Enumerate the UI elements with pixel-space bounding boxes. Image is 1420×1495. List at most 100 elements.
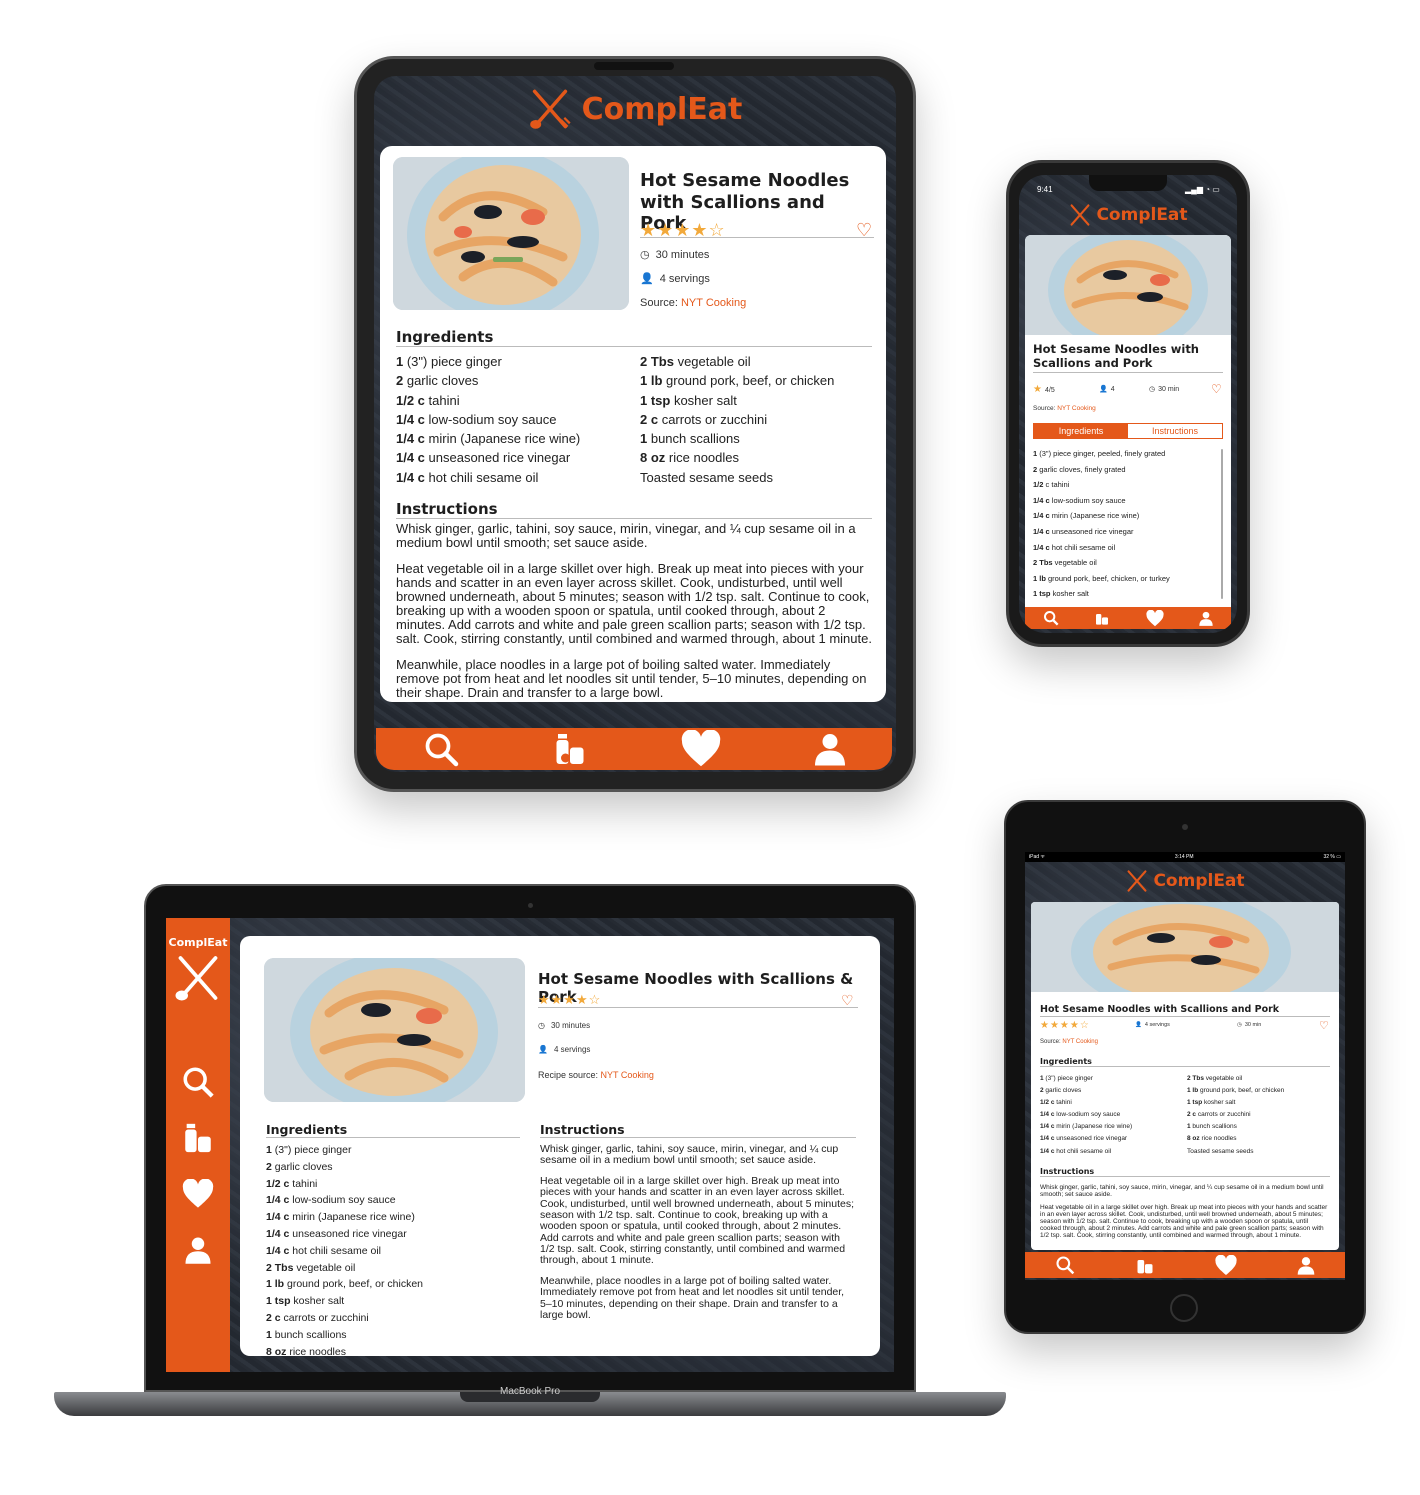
ingredient-quantity: 1 tsp <box>1033 589 1051 599</box>
ingredient-name: hot chili sesame oil <box>289 1244 381 1257</box>
profile-icon[interactable] <box>812 730 848 768</box>
tab-instructions[interactable]: Instructions <box>1128 424 1222 438</box>
app-name: ComplEat <box>1096 205 1188 225</box>
pantry-icon[interactable] <box>181 1121 215 1155</box>
ingredient-quantity: 1/4 c <box>1040 1135 1055 1143</box>
favorites-heart-icon[interactable] <box>1145 609 1165 627</box>
ingredient-item: 1/2 c tahini <box>1033 477 1170 493</box>
fork-spoon-logo-icon <box>1071 204 1090 226</box>
ingredient-item: 1 (3") piece ginger <box>396 352 580 371</box>
source-link[interactable]: NYT Cooking <box>1057 405 1096 412</box>
profile-icon[interactable] <box>183 1233 213 1267</box>
recipe-title-line2: Scallions and Pork <box>1033 355 1153 370</box>
ingredient-quantity: 2 c <box>266 1311 281 1324</box>
tab-ingredients[interactable]: Ingredients <box>1034 424 1128 438</box>
instructions-heading: Instructions <box>396 500 872 519</box>
pantry-icon[interactable] <box>1093 610 1111 626</box>
pantry-icon[interactable] <box>1134 1255 1156 1275</box>
status-left: iPad ᯤ <box>1029 854 1045 860</box>
macbook-screen: ComplEat Hot Sesame Noodles with Scallio… <box>166 918 894 1372</box>
source-link[interactable]: NYT Cooking <box>601 1070 654 1080</box>
ingredient-quantity: 1/4 c <box>266 1244 290 1257</box>
cook-time-text: 30 min <box>1244 1022 1262 1028</box>
profile-icon[interactable] <box>1296 1255 1316 1276</box>
source-link[interactable]: NYT Cooking <box>1062 1039 1098 1045</box>
ingredient-quantity: 1 lb <box>1187 1087 1199 1095</box>
ingredient-item: 2 c carrots or zucchini <box>1187 1109 1284 1121</box>
favorite-heart-icon[interactable]: ♡ <box>1319 1019 1329 1032</box>
ingredient-name: Toasted sesame seeds <box>640 469 773 485</box>
ingredient-item: 1/4 c low-sodium soy sauce <box>1033 493 1170 509</box>
ingredient-name: tahini <box>1054 1099 1072 1107</box>
ingredient-name: garlic cloves <box>1043 1087 1082 1095</box>
ipad-pro-camera <box>594 62 674 70</box>
favorite-heart-icon[interactable]: ♡ <box>1211 382 1222 396</box>
cook-time: ◷ 30 min <box>1237 1022 1261 1028</box>
recipe-photo <box>1025 235 1231 335</box>
instructions-text: Whisk ginger, garlic, tahini, soy sauce,… <box>396 521 876 702</box>
servings: 👤 4 servings <box>1135 1022 1170 1028</box>
ingredient-item: 1/4 c low-sodium soy sauce <box>1040 1109 1132 1121</box>
ingredient-name: unseasoned rice vinegar <box>1049 526 1134 536</box>
ingredient-quantity: 1/4 c <box>266 1194 290 1207</box>
favorites-heart-icon[interactable] <box>679 730 723 768</box>
recipe-card: Hot Sesame Noodles with Scallions and Po… <box>380 146 886 702</box>
ingredient-quantity: 1/4 c <box>1033 526 1050 536</box>
profile-icon[interactable] <box>1198 610 1214 627</box>
instruction-step: Heat vegetable oil in a large skillet ov… <box>540 1175 855 1267</box>
ingredient-name: carrots or zucchini <box>658 411 768 427</box>
macbook-label: MacBook Pro <box>499 1386 561 1397</box>
ingredient-item: 1/4 c low-sodium soy sauce <box>396 410 580 429</box>
pantry-icon[interactable] <box>550 731 590 767</box>
ingredient-item: 1 bunch scallions <box>1187 1121 1284 1133</box>
favorites-heart-icon[interactable] <box>181 1179 215 1209</box>
favorite-heart-icon[interactable]: ♡ <box>856 220 872 241</box>
ingredient-item: 1 tsp kosher salt <box>1187 1097 1284 1109</box>
recipe-title: Hot Sesame Noodles with Scallions and Po… <box>1033 342 1223 373</box>
scrollbar[interactable] <box>1221 449 1223 599</box>
ingredient-name: vegetable oil <box>293 1261 356 1274</box>
rating-stars: ★★★★☆ <box>640 220 726 240</box>
favorites-heart-icon[interactable] <box>1214 1254 1238 1276</box>
favorite-heart-icon[interactable]: ♡ <box>841 992 854 1009</box>
ingredient-item: 1/2 c tahini <box>1040 1097 1132 1109</box>
ingredient-quantity: 1/4 c <box>266 1211 290 1224</box>
source-link[interactable]: NYT Cooking <box>681 297 746 309</box>
ingredient-name: rice noodles <box>1199 1135 1237 1143</box>
search-icon[interactable] <box>1042 610 1060 626</box>
app-logo: ComplEat <box>1025 868 1345 894</box>
ingredient-item: 1 lb ground pork, beef, chicken, or turk… <box>1033 571 1170 587</box>
clock-icon: ◷ <box>1149 386 1156 393</box>
ipad-pro-screen: ComplEat Hot Sesame Noodles with Scallio… <box>374 76 896 772</box>
cook-time: ◷ 30 minutes <box>538 1021 590 1030</box>
status-time: 3:14 PM <box>1174 854 1194 860</box>
ingredient-quantity: 1/4 c <box>1040 1147 1055 1155</box>
ingredient-item: 1/4 c mirin (Japanese rice wine) <box>1040 1121 1132 1133</box>
ingredients-heading: Ingredients <box>266 1122 520 1138</box>
cook-time: ◷ 30 minutes <box>640 248 709 262</box>
ingredient-name: ground pork, beef, or chicken <box>662 373 835 389</box>
ingredient-name: (3") piece ginger <box>271 1144 352 1156</box>
recipe-source: Source: NYT Cooking <box>640 297 746 309</box>
ingredient-name: carrots or zucchini <box>1196 1111 1251 1119</box>
servings-text: 4 <box>1110 385 1115 393</box>
ingredient-item: 1/4 c hot chili sesame oil <box>396 468 580 487</box>
instruction-step: Whisk ginger, garlic, tahini, soy sauce,… <box>396 521 856 551</box>
ingredient-quantity: 2 Tbs <box>1187 1075 1204 1082</box>
search-icon[interactable] <box>421 731 461 767</box>
ingredient-quantity: 1/4 c <box>266 1227 290 1240</box>
search-icon[interactable] <box>181 1065 215 1099</box>
instruction-step: Heat vegetable oil in a large skillet ov… <box>1040 1203 1328 1239</box>
home-button[interactable] <box>1170 1294 1198 1322</box>
ingredient-name: bunch scallions <box>271 1328 347 1341</box>
ingredient-item: 1 (3") piece ginger <box>1040 1073 1132 1085</box>
ingredient-item: 1/2 c tahini <box>266 1176 423 1193</box>
search-icon[interactable] <box>1054 1255 1076 1275</box>
source-label: Source: <box>1040 1039 1061 1045</box>
ingredient-name: low-sodium soy sauce <box>1049 495 1126 505</box>
ingredient-item: Toasted sesame seeds <box>1187 1146 1284 1158</box>
instructions-heading: Instructions <box>1040 1167 1330 1177</box>
rating-star: ★ <box>1033 384 1043 395</box>
side-nav-bar: ComplEat <box>166 918 230 1372</box>
ingredient-item: 1/4 c hot chili sesame oil <box>1033 540 1170 556</box>
